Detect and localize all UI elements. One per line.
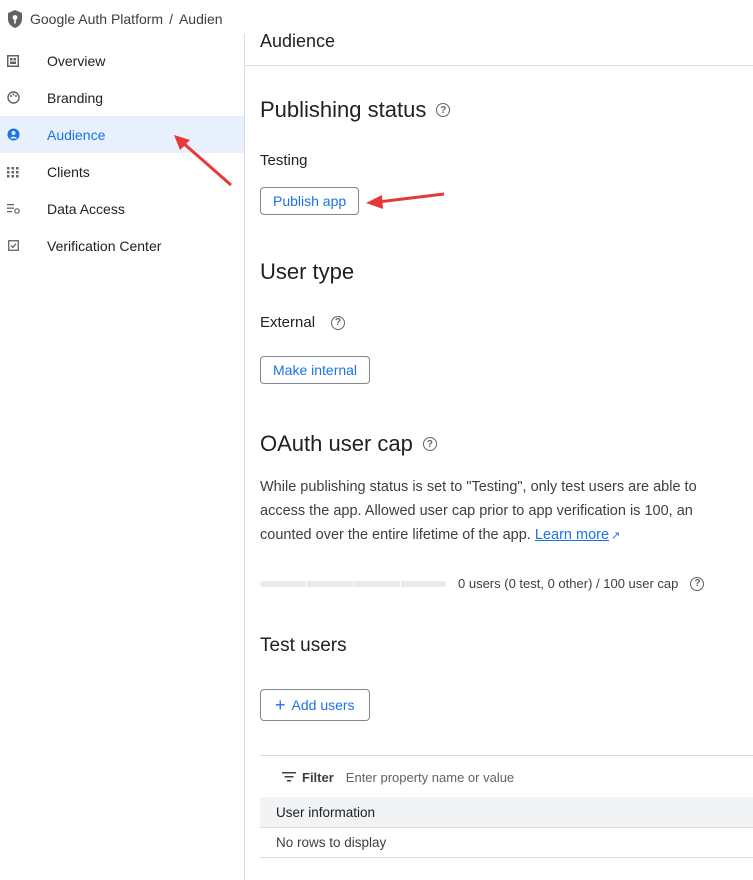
oauth-user-cap-title: OAuth user cap bbox=[260, 431, 413, 456]
publishing-status-heading: Publishing status ? bbox=[260, 97, 451, 123]
column-header-user-information[interactable]: User information bbox=[276, 805, 375, 820]
breadcrumb-current: Audien bbox=[178, 11, 223, 27]
oauth-description-line: counted over the entire lifetime of the … bbox=[260, 523, 753, 548]
page-header: Audience bbox=[245, 0, 753, 66]
sidebar-item-data-access[interactable]: Data Access bbox=[0, 190, 244, 227]
test-users-heading: Test users bbox=[260, 635, 347, 657]
person-icon bbox=[6, 128, 20, 142]
sidebar-item-overview[interactable]: Overview bbox=[0, 42, 244, 79]
progress-segment-divider bbox=[353, 580, 354, 587]
oauth-description-text: counted over the entire lifetime of the … bbox=[260, 527, 531, 543]
sidebar-item-label: Overview bbox=[47, 52, 106, 69]
plus-icon: + bbox=[275, 695, 286, 715]
help-icon[interactable]: ? bbox=[436, 103, 451, 117]
progress-segment-divider bbox=[306, 580, 307, 587]
main-content: Audience Publishing status ? Testing Pub… bbox=[245, 0, 753, 880]
learn-more-link[interactable]: Learn more bbox=[535, 527, 609, 543]
user-type-title: User type bbox=[260, 259, 355, 284]
sidebar-nav: Overview Branding Audience Clients Data … bbox=[0, 42, 244, 880]
help-icon[interactable]: ? bbox=[331, 315, 346, 330]
filter-icon bbox=[282, 772, 296, 782]
add-users-button[interactable]: + Add users bbox=[260, 689, 370, 721]
progress-segment-divider bbox=[400, 580, 401, 587]
sidebar-item-label: Branding bbox=[47, 89, 104, 106]
table-empty-row: No rows to display bbox=[260, 827, 753, 858]
user-type-heading: User type bbox=[260, 259, 354, 285]
test-users-title: Test users bbox=[260, 635, 347, 656]
sidebar-item-label: Data Access bbox=[47, 200, 125, 217]
make-internal-button[interactable]: Make internal bbox=[260, 356, 371, 384]
settings-list-icon bbox=[6, 202, 20, 216]
publishing-status-value: Testing bbox=[260, 152, 308, 169]
sidebar-item-label: Verification Center bbox=[47, 237, 162, 254]
checkbox-icon bbox=[6, 239, 20, 253]
publishing-status-title: Publishing status bbox=[260, 97, 427, 122]
sidebar-item-label: Clients bbox=[47, 163, 90, 180]
auth-platform-shield-icon bbox=[8, 10, 22, 28]
oauth-description-line: While publishing status is set to "Testi… bbox=[260, 479, 697, 495]
breadcrumb-product[interactable]: Google Auth Platform bbox=[30, 11, 163, 27]
help-icon[interactable]: ? bbox=[690, 576, 705, 591]
help-icon[interactable]: ? bbox=[422, 437, 437, 451]
publish-app-button[interactable]: Publish app bbox=[260, 187, 360, 215]
grid-icon bbox=[6, 165, 20, 179]
user-type-row: External ? bbox=[260, 314, 346, 331]
user-cap-progress-bar bbox=[260, 580, 446, 587]
table-header: User information bbox=[260, 797, 753, 828]
breadcrumb-separator: / bbox=[169, 11, 173, 27]
filter-label: Filter bbox=[302, 769, 334, 785]
sidebar-item-branding[interactable]: Branding bbox=[0, 79, 244, 116]
sidebar-item-label: Audience bbox=[47, 126, 106, 143]
sidebar-item-clients[interactable]: Clients bbox=[0, 153, 244, 190]
filter-input[interactable]: Enter property name or value bbox=[346, 770, 514, 785]
sidebar-item-audience[interactable]: Audience bbox=[0, 116, 244, 153]
empty-table-message: No rows to display bbox=[276, 834, 387, 850]
external-link-icon: ↗ bbox=[611, 530, 621, 542]
breadcrumb: Google Auth Platform / Audien bbox=[0, 0, 251, 38]
user-cap-text: 0 users (0 test, 0 other) / 100 user cap bbox=[458, 576, 679, 591]
user-cap-row: 0 users (0 test, 0 other) / 100 user cap… bbox=[260, 576, 705, 591]
filter-bar[interactable]: Filter Enter property name or value bbox=[260, 755, 753, 798]
oauth-description: While publishing status is set to "Testi… bbox=[260, 475, 753, 548]
oauth-user-cap-heading: OAuth user cap ? bbox=[260, 431, 437, 457]
add-users-label: Add users bbox=[291, 697, 355, 713]
page-title: Audience bbox=[260, 31, 336, 51]
palette-icon bbox=[6, 91, 20, 105]
sidebar-item-verification-center[interactable]: Verification Center bbox=[0, 227, 244, 264]
oauth-description-line: access the app. Allowed user cap prior t… bbox=[260, 503, 693, 519]
dashboard-icon bbox=[6, 54, 20, 68]
user-type-value: External bbox=[260, 314, 316, 331]
